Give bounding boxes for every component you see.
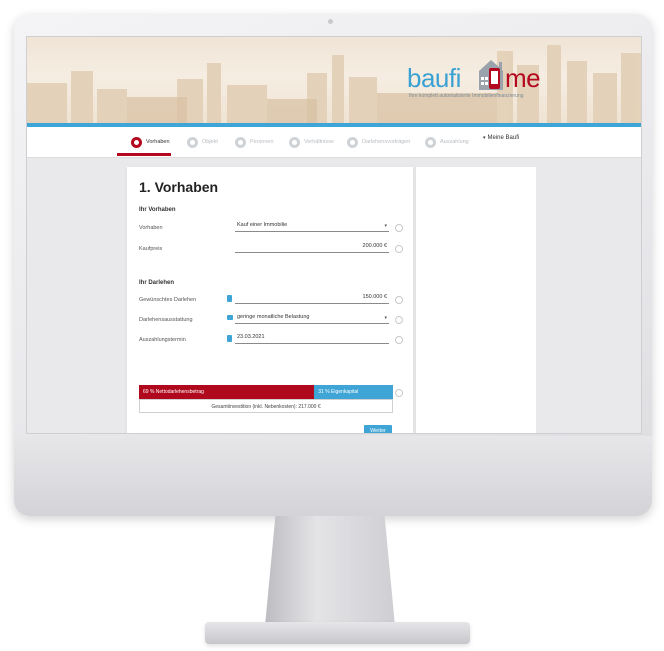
info-icon[interactable]: [395, 296, 403, 304]
payout-step-icon: [425, 136, 436, 148]
termin-value: 23.03.2021: [237, 334, 265, 340]
hero-banner: baufi me Ihre komplett automatisierte Im…: [27, 37, 641, 123]
logo-tagline: Ihre komplett automatisierte Immobilienf…: [409, 93, 524, 99]
bar-red-label: 69 % Nettodarlehensbetrag: [143, 389, 204, 395]
termin-date-input[interactable]: 23.03.2021: [235, 334, 389, 344]
calendar-icon: [227, 335, 232, 342]
darlehen-input[interactable]: 150.000 €: [235, 294, 389, 304]
info-icon[interactable]: [395, 389, 403, 397]
calculator-icon: [227, 295, 232, 302]
person-step-icon: [235, 136, 246, 148]
step-darlehensvortraege[interactable]: Darlehensvorträgen: [347, 135, 410, 149]
finance-step-icon: [289, 136, 300, 148]
kaufpreis-input[interactable]: 200.000 €: [235, 243, 389, 253]
logo-text-me: me: [505, 63, 541, 93]
kaufpreis-label: Kaufpreis: [139, 246, 163, 252]
side-panel: [415, 167, 536, 433]
logo-text-baufi: baufi: [407, 63, 461, 93]
vorhaben-form-card: 1. Vorhaben Ihr Vorhaben Vorhaben Kauf e…: [127, 167, 413, 433]
vorhaben-value: Kauf einer Immobilie: [237, 222, 288, 228]
house-step-icon: [131, 136, 142, 148]
monitor-stand-base: [205, 622, 470, 644]
section-title-darlehen: Ihr Darlehen: [139, 280, 175, 286]
vorhaben-select[interactable]: Kauf einer Immobilie ▾: [235, 222, 389, 232]
weiter-button-label: Weiter: [370, 428, 386, 434]
info-icon[interactable]: [395, 245, 403, 253]
screen: baufi me Ihre komplett automatisierte Im…: [26, 36, 642, 434]
contract-step-icon: [347, 136, 358, 148]
step-label: Verhältnisse: [304, 139, 334, 145]
step-vorhaben[interactable]: Vorhaben: [131, 135, 170, 149]
scale-icon: [227, 315, 233, 320]
financing-split-bar: 69 % Nettodarlehensbetrag 31 % Eigenkapi…: [139, 385, 393, 399]
step-objekt[interactable]: Objekt: [187, 135, 218, 149]
meine-baufi-label: Meine Baufi: [487, 135, 520, 141]
meine-baufi-menu[interactable]: ▾ Meine Baufi: [483, 135, 519, 141]
info-icon[interactable]: [395, 316, 403, 324]
bar-blue-label: 31 % Eigenkapital: [318, 389, 359, 395]
ausstattung-select[interactable]: geringe monatliche Belastung ▾: [235, 314, 389, 324]
darlehen-value: 150.000 €: [362, 294, 387, 300]
monitor: baufi me Ihre komplett automatisierte Im…: [14, 14, 652, 516]
building-step-icon: [187, 136, 198, 148]
ausstattung-value: geringe monatliche Belastung: [237, 314, 310, 320]
step-personen[interactable]: Personen: [235, 135, 274, 149]
step-label: Vorhaben: [146, 139, 170, 145]
info-icon[interactable]: [395, 224, 403, 232]
total-investment-box: Gesamtinvestition (inkl. Nebenkosten): 2…: [139, 399, 393, 413]
total-investment-text: Gesamtinvestition (inkl. Nebenkosten): 2…: [211, 403, 321, 410]
step-label: Darlehensvorträgen: [362, 139, 411, 145]
section-title-vorhaben: Ihr Vorhaben: [139, 207, 176, 213]
house-phone-logo-icon: [479, 60, 503, 90]
bar-segment-eigenkapital: 31 % Eigenkapital: [314, 385, 393, 399]
step-auszahlung[interactable]: Auszahlung: [425, 135, 469, 149]
info-icon[interactable]: [395, 336, 403, 344]
active-step-indicator: [117, 153, 171, 156]
step-label: Objekt: [202, 139, 218, 145]
camera-dot: [328, 19, 333, 24]
step-label: Auszahlung: [440, 139, 469, 145]
ausstattung-label: Darlehensausstattung: [139, 317, 193, 323]
termin-label: Auszahlungstermin: [139, 337, 186, 343]
city-skyline-image: [27, 45, 641, 123]
darlehen-label: Gewünschtes Darlehen: [139, 297, 197, 303]
dropdown-caret-icon: ▾: [384, 223, 387, 229]
weiter-button[interactable]: Weiter: [364, 425, 392, 434]
kaufpreis-value: 200.000 €: [362, 243, 387, 249]
chevron-down-icon: ▾: [483, 135, 486, 141]
page-title: 1. Vorhaben: [139, 179, 219, 195]
vorhaben-label: Vorhaben: [139, 225, 163, 231]
step-label: Personen: [250, 139, 274, 145]
monitor-chin: [14, 436, 652, 516]
step-verhaeltnisse[interactable]: Verhältnisse: [289, 135, 334, 149]
bar-segment-darlehen: 69 % Nettodarlehensbetrag: [139, 385, 315, 399]
dropdown-caret-icon: ▾: [384, 315, 387, 321]
monitor-stand-neck: [265, 516, 395, 626]
